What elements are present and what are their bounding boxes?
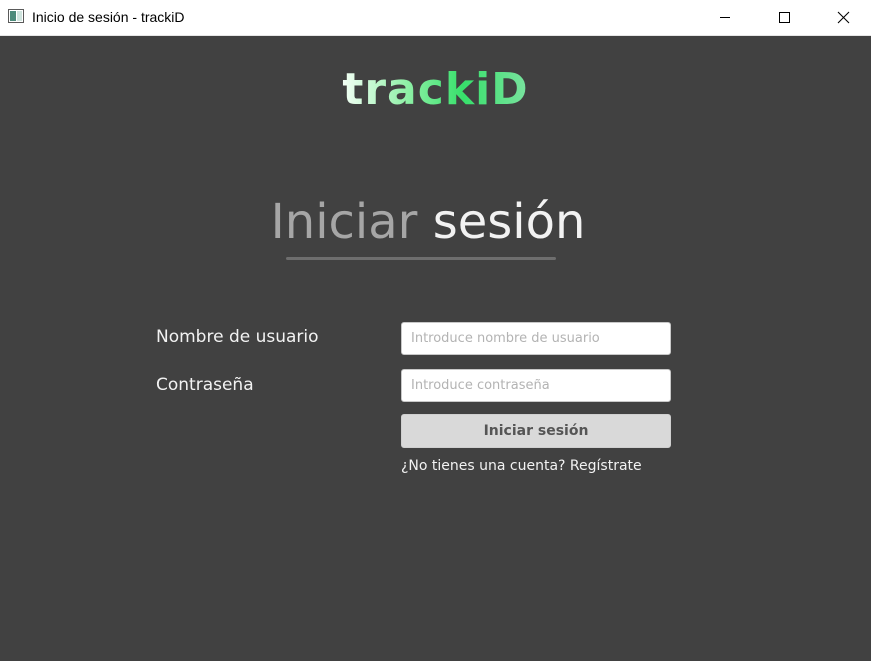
password-label: Contraseña xyxy=(156,375,254,395)
login-button[interactable]: Iniciar sesión xyxy=(401,414,671,448)
maximize-icon xyxy=(779,12,790,23)
page-title: Iniciar sesión xyxy=(0,190,856,254)
page-title-word-1: Iniciar xyxy=(270,194,418,250)
logo-text: trackiD xyxy=(342,64,529,115)
title-underline xyxy=(286,257,556,260)
close-button[interactable] xyxy=(813,0,871,35)
minimize-button[interactable] xyxy=(696,0,754,35)
title-bar[interactable]: Inicio de sesión - trackiD xyxy=(0,0,871,36)
username-label: Nombre de usuario xyxy=(156,327,319,347)
maximize-button[interactable] xyxy=(754,0,812,35)
app-window-icon xyxy=(8,9,24,23)
username-input[interactable] xyxy=(401,322,671,355)
close-icon xyxy=(837,11,850,24)
window-title: Inicio de sesión - trackiD xyxy=(32,9,185,25)
app-logo: trackiD xyxy=(0,62,871,118)
login-window: Inicio de sesión - trackiD trackiD Inici… xyxy=(0,0,871,661)
register-link[interactable]: ¿No tienes una cuenta? Regístrate xyxy=(401,458,642,474)
password-input[interactable] xyxy=(401,369,671,402)
page-title-word-2: sesión xyxy=(432,194,586,250)
minimize-icon xyxy=(720,17,730,18)
